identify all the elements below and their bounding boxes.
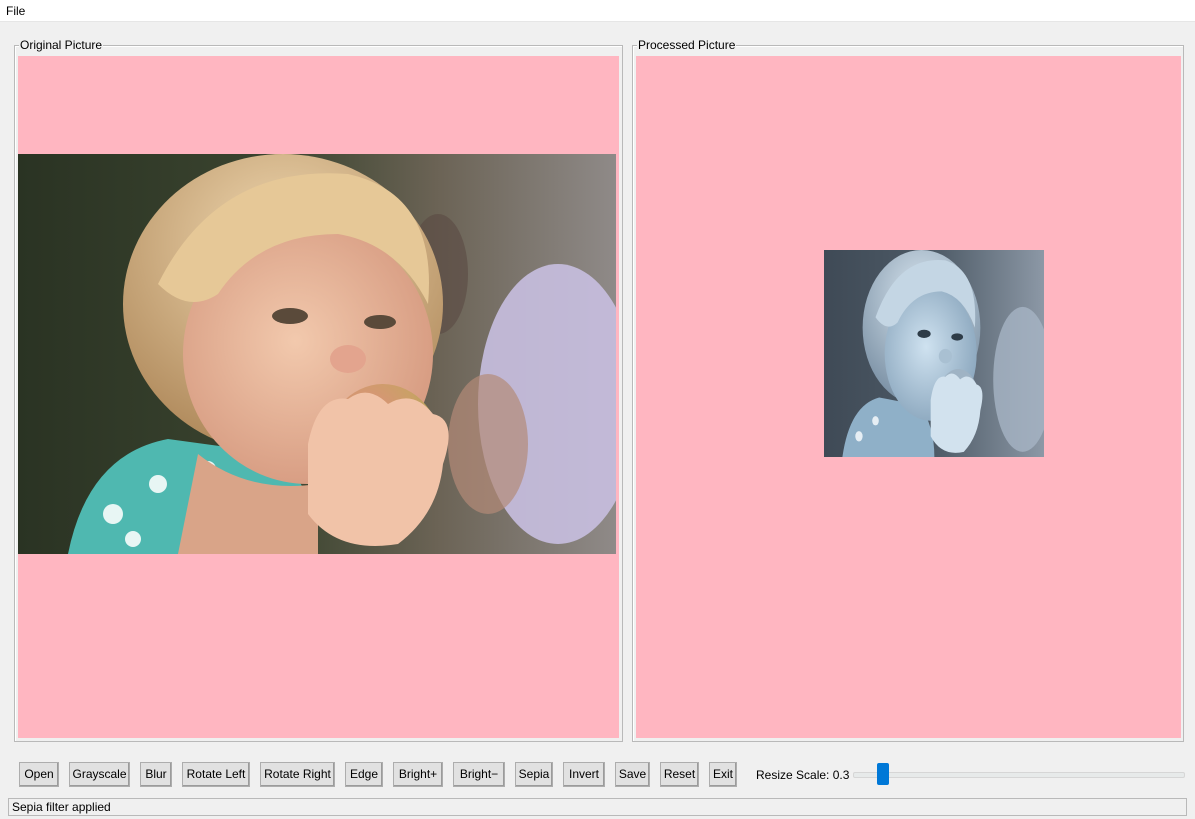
processed-canvas [636,56,1181,738]
reset-button[interactable]: Reset [660,762,699,787]
status-bar: Sepia filter applied [8,798,1187,816]
blur-button[interactable]: Blur [140,762,172,787]
rotate-right-button[interactable]: Rotate Right [260,762,335,787]
rotate-left-button[interactable]: Rotate Left [182,762,250,787]
resize-scale-label: Resize Scale: 0.3 [756,768,850,782]
save-button[interactable]: Save [615,762,650,787]
file-menu[interactable]: File [6,4,25,18]
sepia-button[interactable]: Sepia [515,762,553,787]
exit-button[interactable]: Exit [709,762,737,787]
open-button[interactable]: Open [19,762,59,787]
processed-image [824,250,1044,457]
original-picture-title: Original Picture [19,38,104,52]
resize-scale-slider-track[interactable] [853,772,1185,778]
invert-button[interactable]: Invert [563,762,605,787]
original-canvas [18,56,619,738]
grayscale-button[interactable]: Grayscale [69,762,130,787]
status-text: Sepia filter applied [12,800,111,814]
resize-scale-slider-thumb[interactable] [877,763,889,785]
menu-bar: File [0,0,1195,22]
bright-plus-button[interactable]: Bright+ [393,762,443,787]
original-image [18,154,616,554]
bright-minus-button[interactable]: Bright− [453,762,505,787]
edge-button[interactable]: Edge [345,762,383,787]
processed-picture-title: Processed Picture [637,38,737,52]
